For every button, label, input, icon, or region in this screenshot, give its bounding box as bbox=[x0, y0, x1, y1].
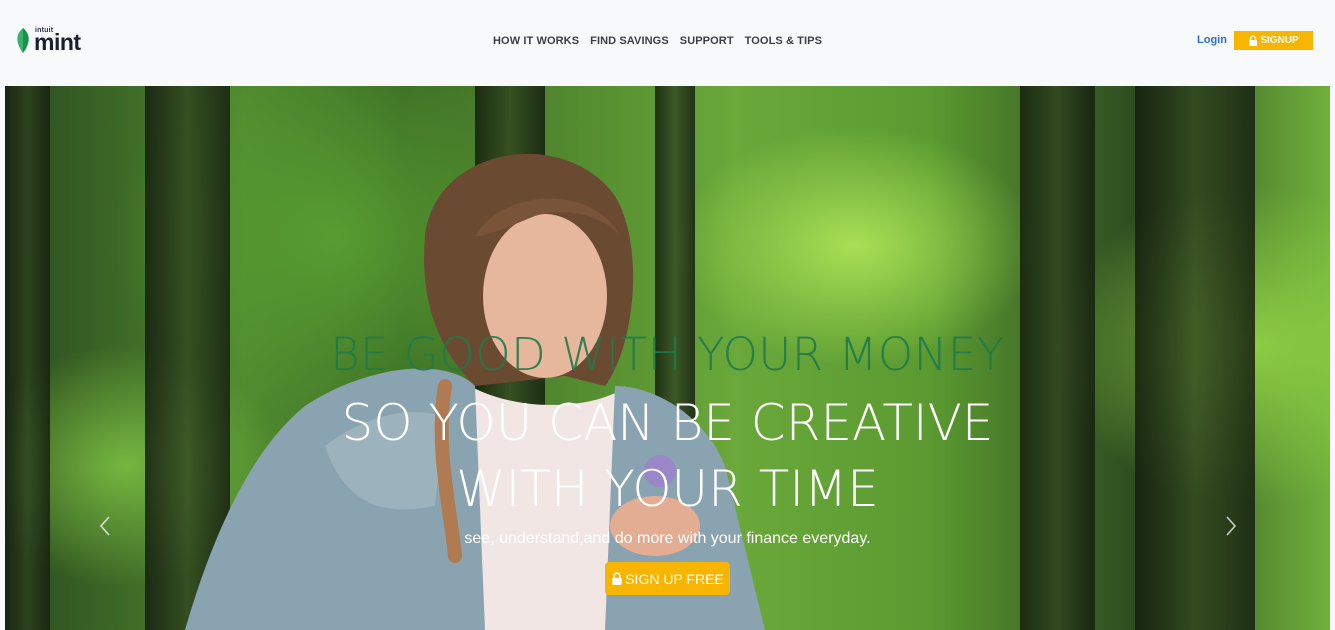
signup-label: SIGNUP bbox=[1260, 35, 1299, 46]
mint-leaf-icon bbox=[17, 28, 29, 53]
cta-label: SIGN UP FREE bbox=[625, 570, 724, 587]
mint-logo[interactable]: intuit mint bbox=[13, 27, 89, 55]
hero-subline: see, understand,and do more with your fi… bbox=[464, 530, 871, 547]
signup-button[interactable]: SIGNUP bbox=[1234, 31, 1313, 50]
login-link[interactable]: Login bbox=[1197, 33, 1227, 47]
sign-up-free-button[interactable]: SIGN UP FREE bbox=[605, 562, 730, 595]
hero-headline-secondary: SO YOU CAN BE CREATIVE WITH YOUR TIME bbox=[5, 390, 1330, 522]
hero-headline-primary: BE GOOD WITH YOUR MONEY bbox=[330, 328, 1005, 381]
nav-how-it-works[interactable]: HOW IT WORKS bbox=[493, 34, 579, 48]
lock-icon bbox=[612, 572, 622, 585]
nav-tools-tips[interactable]: TOOLS & TIPS bbox=[745, 34, 822, 48]
chevron-left-icon[interactable] bbox=[97, 514, 113, 538]
hero-headline-line1: SO YOU CAN BE CREATIVE bbox=[341, 394, 994, 452]
logo-mint-text: mint bbox=[34, 29, 81, 55]
lock-icon bbox=[1249, 35, 1258, 46]
nav-find-savings[interactable]: FIND SAVINGS bbox=[590, 34, 669, 48]
hero-carousel: BE GOOD WITH YOUR MONEY SO YOU CAN BE CR… bbox=[5, 86, 1330, 630]
main-nav: HOW IT WORKS FIND SAVINGS SUPPORT TOOLS … bbox=[493, 34, 822, 48]
hero-headline-line2: WITH YOUR TIME bbox=[456, 460, 879, 518]
chevron-right-icon[interactable] bbox=[1223, 514, 1239, 538]
nav-support[interactable]: SUPPORT bbox=[680, 34, 734, 48]
site-header: intuit mint HOW IT WORKS FIND SAVINGS SU… bbox=[0, 0, 1335, 85]
